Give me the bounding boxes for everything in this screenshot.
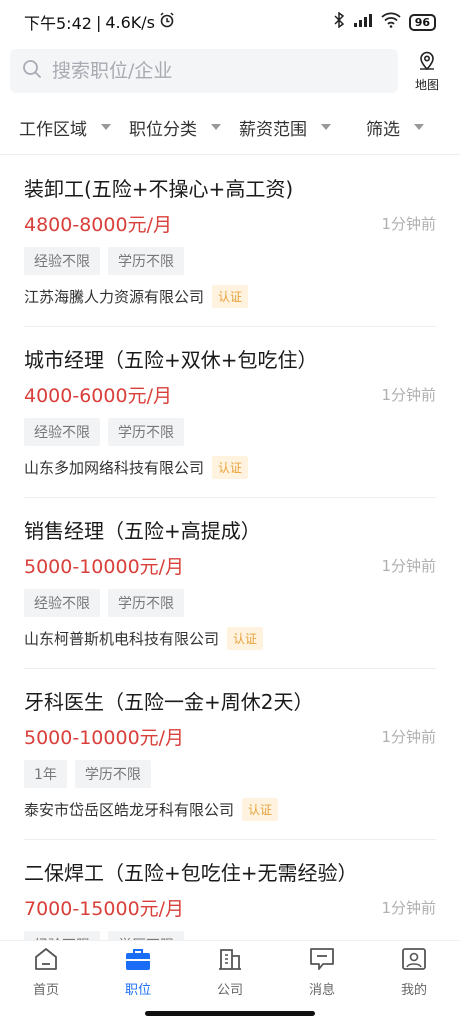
message-icon <box>309 947 335 975</box>
caret-down-icon <box>414 124 424 130</box>
job-tag: 经验不限 <box>24 418 100 446</box>
search-input[interactable] <box>52 60 352 82</box>
alarm-icon <box>159 12 175 32</box>
job-posted-time: 1分钟前 <box>381 215 436 233</box>
map-pin-icon <box>416 49 438 74</box>
job-card[interactable]: 牙科医生（五险一金+周休2天） 5000-10000元/月 1分钟前 1年 学历… <box>24 669 436 840</box>
job-list[interactable]: 装卸工(五险+不操心+高工资) 4800-8000元/月 1分钟前 经验不限 学… <box>0 156 460 940</box>
job-salary: 4800-8000元/月 <box>24 214 172 236</box>
verified-badge: 认证 <box>242 798 279 821</box>
home-indicator[interactable] <box>145 1011 315 1016</box>
job-tag: 学历不限 <box>108 931 184 940</box>
job-posted-time: 1分钟前 <box>381 899 436 917</box>
map-button[interactable]: 地图 <box>404 49 450 93</box>
job-card[interactable]: 装卸工(五险+不操心+高工资) 4800-8000元/月 1分钟前 经验不限 学… <box>24 156 436 327</box>
job-card[interactable]: 城市经理（五险+双休+包吃住） 4000-6000元/月 1分钟前 经验不限 学… <box>24 327 436 498</box>
filter-salary[interactable]: 薪资范围 <box>230 115 340 140</box>
nav-profile[interactable]: 我的 <box>368 941 460 1004</box>
profile-icon <box>401 947 427 975</box>
nav-label: 公司 <box>216 983 243 998</box>
job-title: 城市经理（五险+双休+包吃住） <box>24 348 318 372</box>
caret-down-icon <box>211 124 221 130</box>
filter-more[interactable]: 筛选 <box>340 115 450 140</box>
job-tag: 学历不限 <box>108 247 184 275</box>
job-card[interactable]: 销售经理（五险+高提成） 5000-10000元/月 1分钟前 经验不限 学历不… <box>24 498 436 669</box>
job-tag: 学历不限 <box>108 418 184 446</box>
job-tag: 经验不限 <box>24 931 100 940</box>
filter-label: 薪资范围 <box>239 119 307 140</box>
verified-badge: 认证 <box>212 285 249 308</box>
search-box[interactable] <box>10 49 398 93</box>
job-posted-time: 1分钟前 <box>381 728 436 746</box>
job-salary: 5000-10000元/月 <box>24 727 185 749</box>
filter-category[interactable]: 职位分类 <box>120 115 230 140</box>
company-name: 泰安市岱岳区皓龙牙科有限公司 <box>24 801 235 819</box>
signal-icon <box>353 12 373 32</box>
home-icon <box>33 947 59 975</box>
nav-messages[interactable]: 消息 <box>276 941 368 1004</box>
filter-area[interactable]: 工作区域 <box>10 115 120 140</box>
map-label: 地图 <box>414 78 439 92</box>
network-speed: 4.6K/s <box>105 12 155 32</box>
verified-badge: 认证 <box>212 456 249 479</box>
briefcase-icon <box>124 947 152 975</box>
job-salary: 4000-6000元/月 <box>24 385 172 407</box>
verified-badge: 认证 <box>227 627 264 650</box>
job-card[interactable]: 二保焊工（五险+包吃住+无需经验） 7000-15000元/月 1分钟前 经验不… <box>24 840 436 940</box>
company-name: 山东多加网络科技有限公司 <box>24 459 205 477</box>
status-bar: 下午5:42 | 4.6K/s 96 <box>0 0 460 44</box>
job-tag: 经验不限 <box>24 589 100 617</box>
job-tag: 经验不限 <box>24 247 100 275</box>
clock-time: 下午5:42 <box>24 14 92 33</box>
battery-icon: 96 <box>408 13 436 31</box>
nav-label: 职位 <box>124 983 151 998</box>
job-title: 牙科医生（五险一金+周休2天） <box>24 690 314 714</box>
nav-home[interactable]: 首页 <box>0 941 92 1004</box>
filter-label: 工作区域 <box>19 119 87 140</box>
job-title: 销售经理（五险+高提成） <box>24 519 261 543</box>
nav-label: 我的 <box>400 983 427 998</box>
job-salary: 5000-10000元/月 <box>24 556 185 578</box>
job-title: 装卸工(五险+不操心+高工资) <box>24 177 294 201</box>
job-posted-time: 1分钟前 <box>381 557 436 575</box>
company-name: 江苏海騰人力资源有限公司 <box>24 288 205 306</box>
company-name: 山东柯普斯机电科技有限公司 <box>24 630 220 648</box>
divider <box>0 154 460 155</box>
nav-company[interactable]: 公司 <box>184 941 276 1004</box>
job-salary: 7000-15000元/月 <box>24 898 185 920</box>
nav-label: 消息 <box>308 983 335 998</box>
nav-label: 首页 <box>32 983 59 998</box>
wifi-icon <box>381 12 401 32</box>
filter-label: 筛选 <box>366 119 400 140</box>
filter-bar: 工作区域 职位分类 薪资范围 筛选 <box>0 104 460 150</box>
caret-down-icon <box>321 124 331 130</box>
caret-down-icon <box>101 124 111 130</box>
search-icon <box>22 59 42 83</box>
filter-label: 职位分类 <box>129 119 197 140</box>
job-tag: 1年 <box>24 760 67 788</box>
building-icon <box>217 947 243 975</box>
search-row: 地图 <box>0 44 460 98</box>
job-tag: 学历不限 <box>108 589 184 617</box>
bluetooth-icon <box>333 11 345 32</box>
bottom-nav: 首页 职位 公司 消息 我的 <box>0 940 460 1004</box>
nav-jobs[interactable]: 职位 <box>92 941 184 1004</box>
job-title: 二保焊工（五险+包吃住+无需经验） <box>24 861 358 885</box>
job-posted-time: 1分钟前 <box>381 386 436 404</box>
job-tag: 学历不限 <box>74 760 151 788</box>
